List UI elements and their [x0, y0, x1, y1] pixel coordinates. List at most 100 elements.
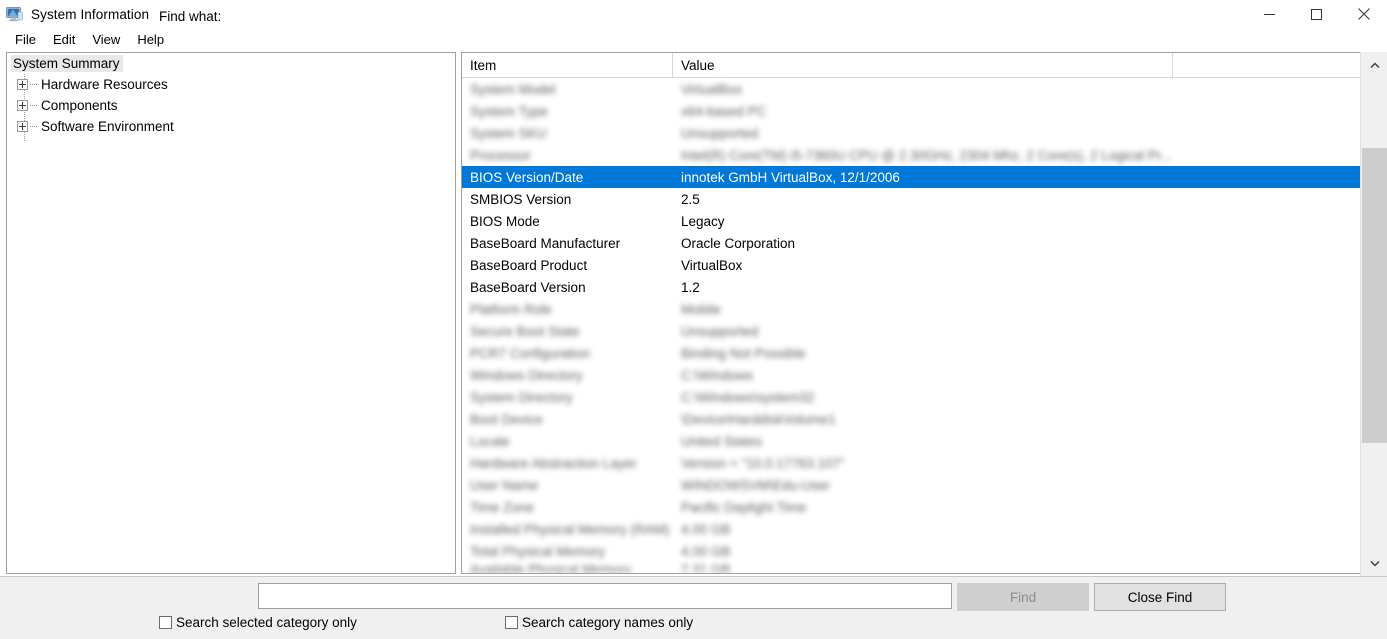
- column-header-value[interactable]: Value: [673, 53, 1173, 77]
- tree-connector-icon: [30, 84, 37, 86]
- row-item-cell: System SKU: [462, 126, 673, 141]
- plus-icon[interactable]: [17, 100, 28, 111]
- main-content: System Summary Hardware Resources Compon…: [0, 52, 1387, 576]
- table-row[interactable]: Boot Device\Device\HarddiskVolume1: [462, 408, 1379, 430]
- tree-item-components[interactable]: Components: [7, 95, 455, 116]
- find-input[interactable]: [258, 583, 952, 609]
- search-selected-category-label: Search selected category only: [176, 615, 357, 630]
- table-row[interactable]: User NameWINDOWSVM\Edu-User: [462, 474, 1379, 496]
- menu-edit[interactable]: Edit: [45, 30, 84, 49]
- row-item-cell: User Name: [462, 478, 673, 493]
- close-button[interactable]: [1340, 0, 1387, 28]
- maximize-icon: [1311, 9, 1322, 20]
- row-value-cell: Binding Not Possible: [673, 346, 1379, 361]
- minimize-icon: [1264, 9, 1275, 20]
- category-tree[interactable]: System Summary Hardware Resources Compon…: [6, 52, 456, 574]
- tree-item-software-environment[interactable]: Software Environment: [7, 116, 455, 137]
- tree-item-system-summary[interactable]: System Summary: [7, 53, 455, 74]
- row-value-cell: Pacific Daylight Time: [673, 500, 1379, 515]
- list-header: Item Value: [462, 53, 1379, 78]
- table-row[interactable]: SMBIOS Version2.5: [462, 188, 1379, 210]
- chevron-up-icon: [1370, 62, 1380, 69]
- table-row[interactable]: PCR7 ConfigurationBinding Not Possible: [462, 342, 1379, 364]
- search-selected-category-checkbox-row[interactable]: Search selected category only: [159, 615, 357, 630]
- column-header-item[interactable]: Item: [462, 53, 673, 77]
- computer-monitor-icon: [6, 7, 23, 22]
- plus-icon[interactable]: [17, 121, 28, 132]
- row-item-cell: BaseBoard Product: [462, 258, 673, 273]
- row-value-cell: Oracle Corporation: [673, 236, 1379, 251]
- scroll-up-button[interactable]: [1361, 52, 1387, 78]
- row-value-cell: VirtualBox: [673, 82, 1379, 97]
- window-controls: [1246, 0, 1387, 28]
- table-row[interactable]: Platform RoleMobile: [462, 298, 1379, 320]
- list-body[interactable]: System ModelVirtualBoxSystem Typex64-bas…: [462, 78, 1379, 573]
- table-row[interactable]: System ModelVirtualBox: [462, 78, 1379, 100]
- row-item-cell: BIOS Mode: [462, 214, 673, 229]
- row-value-cell: Unsupported: [673, 324, 1379, 339]
- table-row[interactable]: Secure Boot StateUnsupported: [462, 320, 1379, 342]
- row-value-cell: 1.2: [673, 280, 1379, 295]
- row-item-cell: Secure Boot State: [462, 324, 673, 339]
- table-row[interactable]: LocaleUnited States: [462, 430, 1379, 452]
- table-row[interactable]: System Typex64-based PC: [462, 100, 1379, 122]
- table-row[interactable]: BaseBoard Version1.2: [462, 276, 1379, 298]
- table-row[interactable]: System DirectoryC:\Windows\system32: [462, 386, 1379, 408]
- scrollbar-thumb[interactable]: [1362, 148, 1387, 443]
- search-category-names-checkbox-row[interactable]: Search category names only: [505, 615, 693, 630]
- row-value-cell: C:\Windows: [673, 368, 1379, 383]
- table-row[interactable]: System SKUUnsupported: [462, 122, 1379, 144]
- tree-item-label: System Summary: [11, 55, 123, 72]
- table-row[interactable]: BaseBoard ProductVirtualBox: [462, 254, 1379, 276]
- row-value-cell: Unsupported: [673, 126, 1379, 141]
- row-item-cell: Installed Physical Memory (RAM): [462, 522, 673, 537]
- row-value-cell: WINDOWSVM\Edu-User: [673, 478, 1379, 493]
- row-item-cell: System Directory: [462, 390, 673, 405]
- table-row[interactable]: Installed Physical Memory (RAM)4.00 GB: [462, 518, 1379, 540]
- row-item-cell: Hardware Abstraction Layer: [462, 456, 673, 471]
- table-row[interactable]: Hardware Abstraction LayerVersion = "10.…: [462, 452, 1379, 474]
- row-value-cell: VirtualBox: [673, 258, 1379, 273]
- tree-connector-icon: [30, 105, 37, 107]
- find-button[interactable]: Find: [957, 583, 1089, 611]
- row-item-cell: Platform Role: [462, 302, 673, 317]
- row-item-cell: Time Zone: [462, 500, 673, 515]
- menu-view[interactable]: View: [84, 30, 129, 49]
- menu-help[interactable]: Help: [129, 30, 173, 49]
- row-value-cell: x64-based PC: [673, 104, 1379, 119]
- column-header-filler: [1173, 53, 1379, 77]
- close-find-button[interactable]: Close Find: [1094, 583, 1226, 611]
- row-value-cell: 2.31 GB: [673, 562, 1379, 573]
- plus-icon[interactable]: [17, 79, 28, 90]
- details-list[interactable]: Item Value System ModelVirtualBoxSystem …: [461, 52, 1380, 574]
- search-selected-category-checkbox[interactable]: [159, 616, 172, 629]
- search-category-names-label: Search category names only: [522, 615, 693, 630]
- tree-item-label: Hardware Resources: [39, 76, 171, 93]
- tree-item-label: Components: [39, 97, 121, 114]
- scroll-down-button[interactable]: [1361, 550, 1387, 576]
- close-icon: [1358, 8, 1370, 20]
- row-value-cell: 4.00 GB: [673, 544, 1379, 559]
- table-row[interactable]: Total Physical Memory4.00 GB: [462, 540, 1379, 562]
- maximize-button[interactable]: [1293, 0, 1340, 28]
- row-value-cell: Legacy: [673, 214, 1379, 229]
- table-row[interactable]: BIOS Version/Dateinnotek GmbH VirtualBox…: [462, 166, 1379, 188]
- row-item-cell: System Model: [462, 82, 673, 97]
- vertical-scrollbar[interactable]: [1360, 52, 1387, 576]
- row-value-cell: United States: [673, 434, 1379, 449]
- table-row[interactable]: ProcessorIntel(R) Core(TM) i5-7360U CPU …: [462, 144, 1379, 166]
- row-item-cell: PCR7 Configuration: [462, 346, 673, 361]
- row-item-cell: Available Physical Memory: [462, 562, 673, 573]
- table-row[interactable]: Available Physical Memory2.31 GB: [462, 562, 1379, 573]
- table-row[interactable]: BaseBoard ManufacturerOracle Corporation: [462, 232, 1379, 254]
- minimize-button[interactable]: [1246, 0, 1293, 28]
- search-category-names-checkbox[interactable]: [505, 616, 518, 629]
- menu-file[interactable]: File: [7, 30, 45, 49]
- tree-item-hardware-resources[interactable]: Hardware Resources: [7, 74, 455, 95]
- table-row[interactable]: Time ZonePacific Daylight Time: [462, 496, 1379, 518]
- table-row[interactable]: BIOS ModeLegacy: [462, 210, 1379, 232]
- table-row[interactable]: Windows DirectoryC:\Windows: [462, 364, 1379, 386]
- row-value-cell: 2.5: [673, 192, 1379, 207]
- menu-bar: File Edit View Help: [0, 28, 1387, 50]
- tree-connector-icon: [30, 126, 37, 128]
